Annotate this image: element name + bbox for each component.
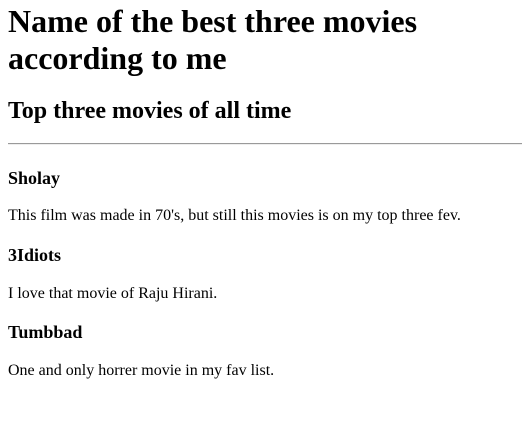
movie-description-tumbbad: One and only horrer movie in my fav list… bbox=[8, 362, 275, 379]
movie-title-sholay: Sholay bbox=[8, 168, 61, 188]
movie-description-3idiots: I love that movie of Raju Hirani. bbox=[8, 285, 218, 302]
movie-description-sholay: This film was made in 70's, but still th… bbox=[8, 207, 461, 224]
movie-title-tumbbad: Tumbbad bbox=[8, 322, 83, 342]
page-subtitle: Top three movies of all time bbox=[8, 98, 292, 124]
horizontal-divider bbox=[8, 143, 522, 145]
movie-title-3idiots: 3Idiots bbox=[8, 245, 62, 265]
page-title: Name of the best three movies according … bbox=[8, 3, 418, 76]
